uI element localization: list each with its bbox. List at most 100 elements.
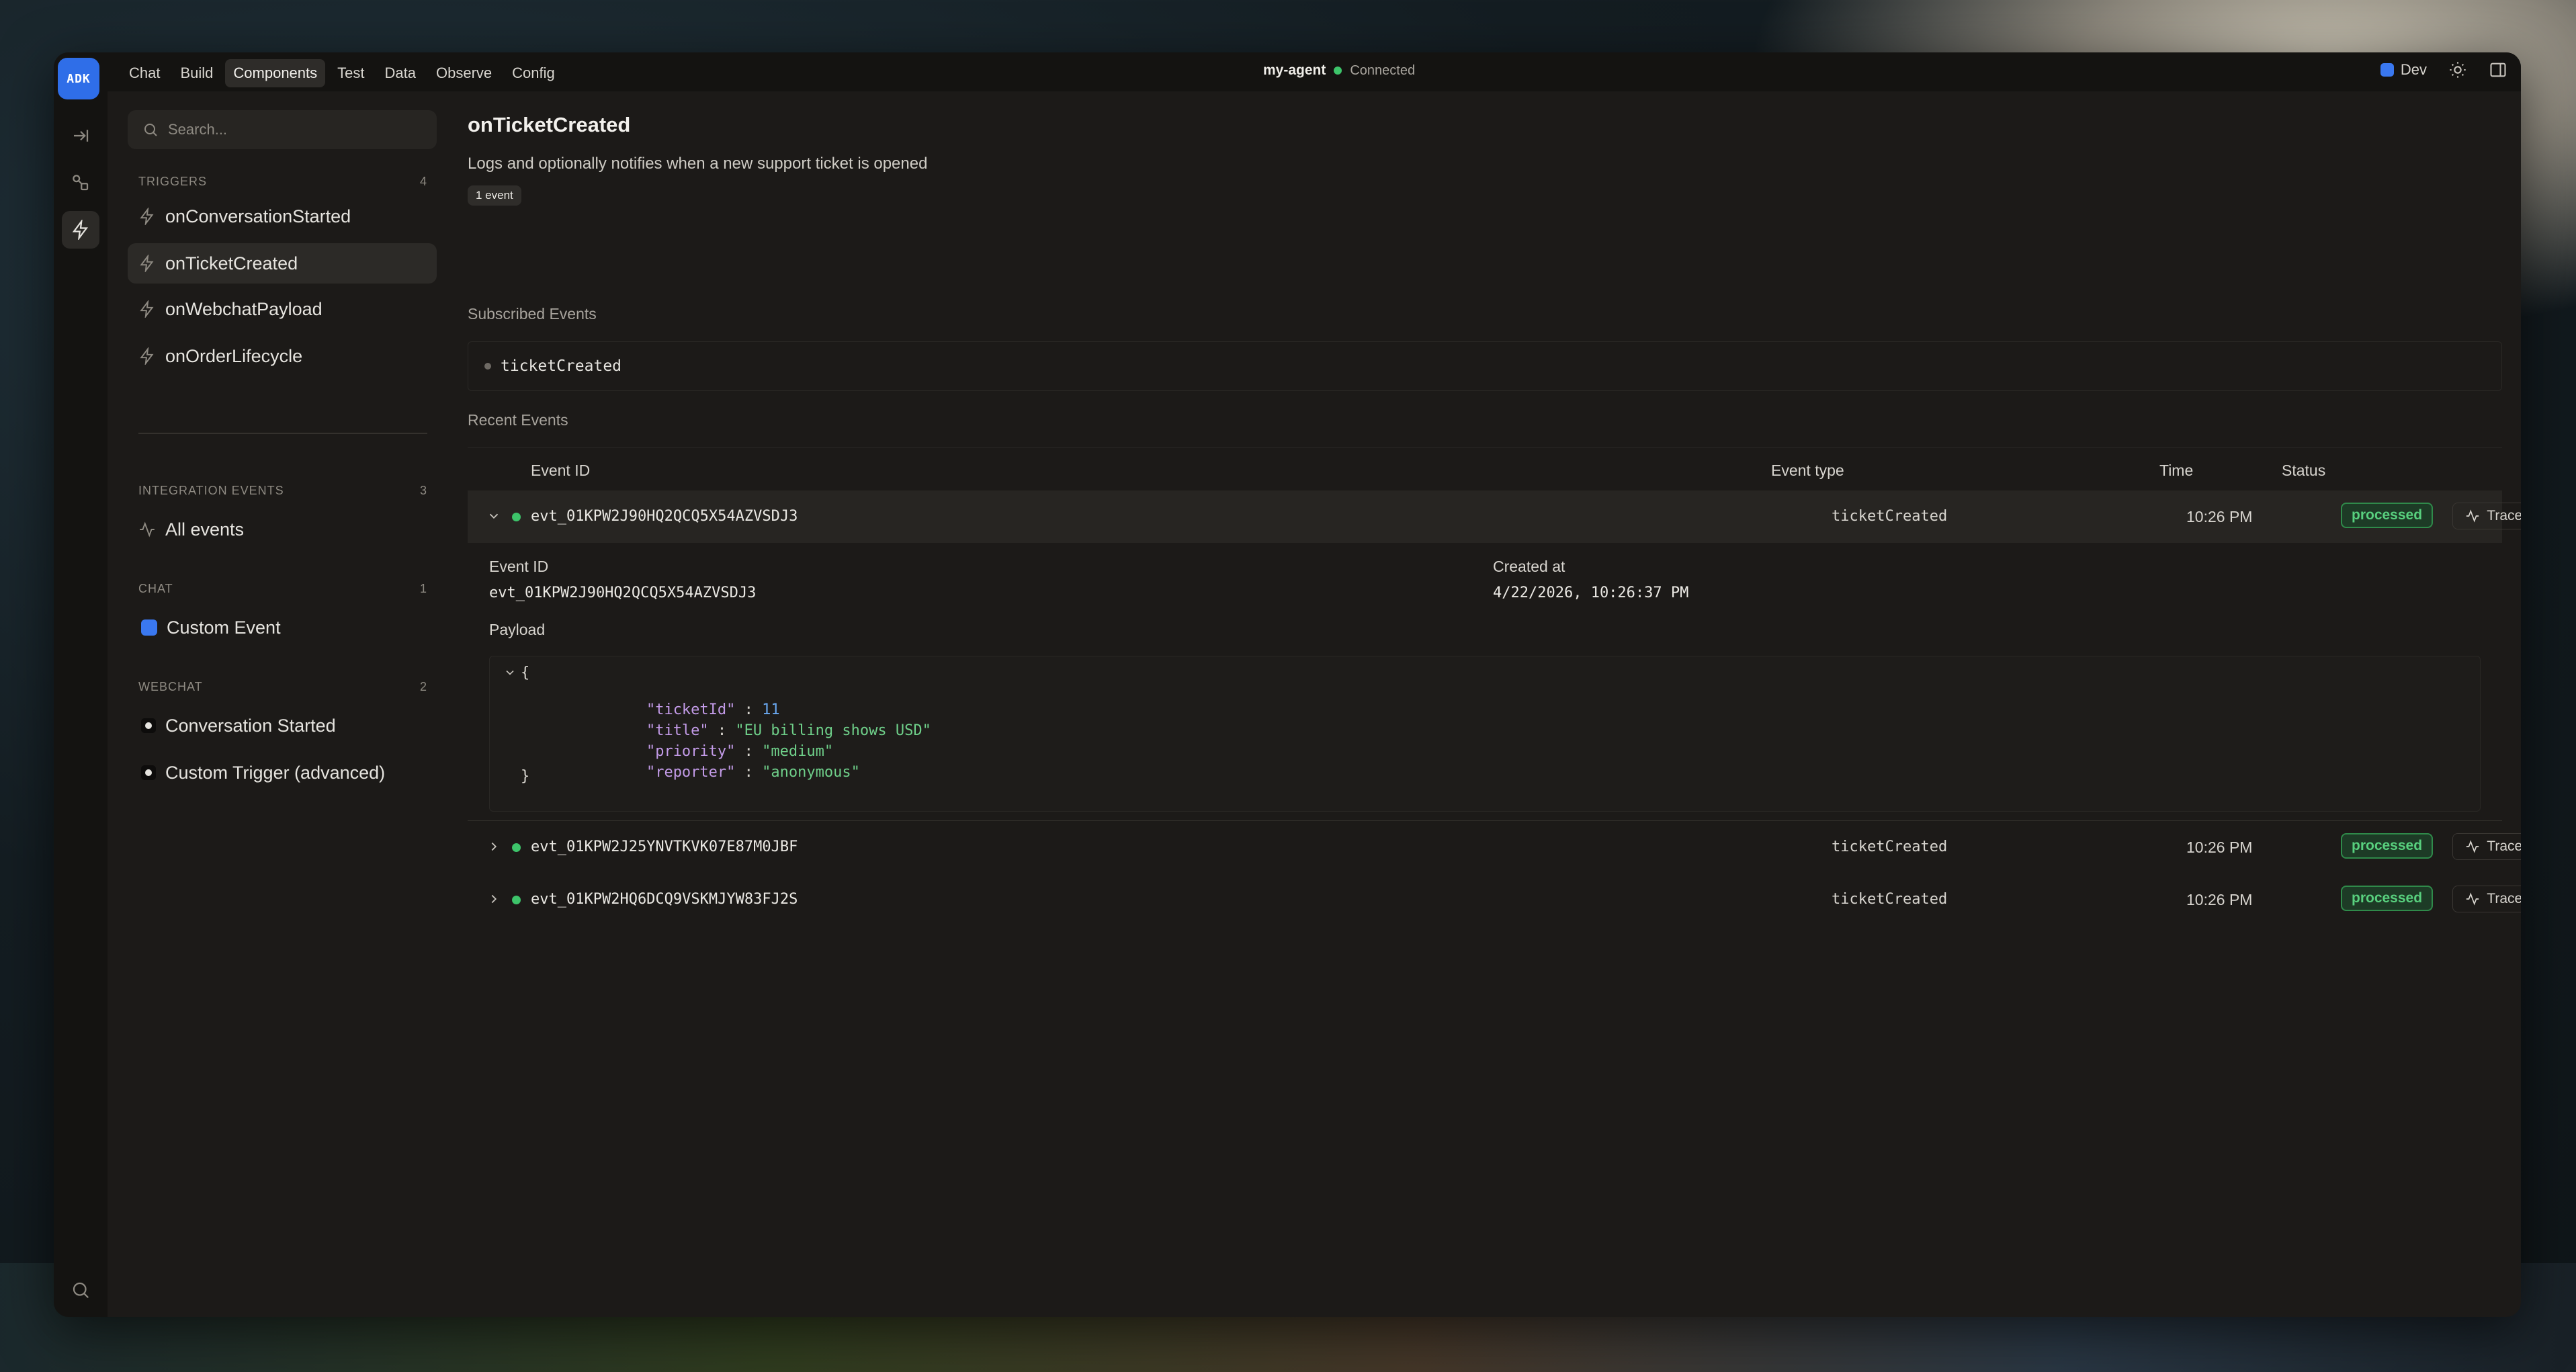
sidebar-item-custom-event[interactable]: Custom Event (128, 607, 437, 648)
main-panel: onTicketCreated Logs and optionally noti… (468, 91, 2521, 1317)
detail-created-label: Created at (1493, 558, 1565, 575)
event-time: 10:26 PM (2186, 839, 2253, 856)
col-event-id: Event ID (531, 462, 591, 479)
col-status: Status (2282, 462, 2326, 479)
sidebar-item-all-events[interactable]: All events (128, 509, 437, 550)
sidebar-item-custom-trigger[interactable]: Custom Trigger (advanced) (128, 753, 437, 793)
search-rail-button[interactable] (62, 1271, 99, 1309)
sidebar-icon[interactable] (2489, 60, 2507, 79)
arrow-right-to-line-icon (74, 130, 89, 142)
chevron-down-icon[interactable] (486, 509, 501, 523)
webchat-count: 2 (419, 680, 427, 693)
components-sidebar: TRIGGERS 4 onConversationStarted onTicke… (108, 91, 443, 1317)
nav-build[interactable]: Build (172, 59, 221, 87)
env-label: Dev (2400, 61, 2427, 78)
nav-chat[interactable]: Chat (121, 59, 168, 87)
env-selector[interactable]: Dev (2380, 61, 2427, 79)
activity-icon (2466, 509, 2479, 523)
nav-test[interactable]: Test (329, 59, 372, 87)
nav-observe[interactable]: Observe (428, 59, 500, 87)
integration-count: 3 (419, 484, 427, 497)
lightning-icon (140, 300, 154, 318)
triggers-count: 4 (419, 175, 427, 188)
nav-config[interactable]: Config (504, 59, 563, 87)
triggers-header: TRIGGERS 4 (138, 175, 427, 189)
sidebar-item-label: onWebchatPayload (165, 298, 323, 319)
chat-header: CHAT 1 (138, 582, 427, 596)
sidebar-item-label: Conversation Started (165, 715, 336, 736)
status-badge: processed (2341, 833, 2434, 859)
agent-indicator[interactable]: my-agent Connected (1263, 62, 1415, 79)
activity-icon (140, 521, 155, 538)
chat-label: CHAT (138, 582, 173, 595)
components-rail-button[interactable] (62, 211, 99, 249)
lightning-icon (140, 347, 154, 365)
sidebar-item-label: onTicketCreated (165, 253, 298, 273)
recent-events-table: Event ID Event type Time Status evt_01KP… (468, 447, 2521, 926)
chevron-right-icon[interactable] (486, 839, 501, 854)
build-rail-button[interactable] (62, 164, 99, 202)
table-header: Event ID Event type Time Status (468, 447, 2502, 490)
status-dot (512, 513, 521, 521)
traces-button[interactable]: Traces (2452, 886, 2521, 912)
left-rail: ADK (54, 52, 108, 1317)
page-description: Logs and optionally notifies when a new … (468, 155, 928, 173)
sidebar-item-label: All events (165, 519, 245, 540)
traces-button[interactable]: Traces (2452, 833, 2521, 860)
table-row[interactable]: evt_01KPW2J90HQ2QCQ5X54AZVSDJ3 ticketCre… (468, 490, 2521, 543)
connection-status: Connected (1350, 62, 1416, 78)
event-type: ticketCreated (1832, 891, 1948, 908)
status-badge: processed (2341, 503, 2434, 528)
table-row[interactable]: evt_01KPW2J25YNVTKVK07E87M0JBF ticketCre… (468, 821, 2521, 873)
search-icon (73, 1282, 89, 1299)
nav-data[interactable]: Data (377, 59, 424, 87)
table-row[interactable]: evt_01KPW2HQ6DCQ9VSKMJYW83FJ2S ticketCre… (468, 873, 2521, 926)
activity-icon (2466, 840, 2479, 853)
webchat-integration-icon (141, 718, 156, 733)
status-dot (512, 843, 521, 852)
chat-count: 1 (419, 582, 427, 595)
search-input[interactable] (168, 121, 423, 138)
json-value: "anonymous" (762, 764, 860, 781)
status-badge: processed (2341, 886, 2434, 911)
traces-button[interactable]: Traces (2452, 503, 2521, 529)
event-id: evt_01KPW2HQ6DCQ9VSKMJYW83FJ2S (531, 891, 798, 908)
subscribed-event: ticketCreated (501, 357, 622, 375)
col-time: Time (2159, 462, 2194, 479)
sidebar-item-onorderlifecycle[interactable]: onOrderLifecycle (128, 336, 437, 376)
sidebar-item-conversation-started[interactable]: Conversation Started (128, 705, 437, 746)
app-logo: ADK (58, 58, 99, 99)
env-icon (2380, 63, 2394, 77)
expand-rail-button[interactable] (62, 117, 99, 155)
app-window: ADK Chat Build Components Test Data Obse… (54, 52, 2521, 1317)
payload-viewer: { "ticketId" : 11 "title" : "EU billing … (489, 656, 2481, 812)
sidebar-divider (138, 433, 427, 434)
sun-icon[interactable] (2448, 60, 2467, 79)
search-icon (144, 124, 157, 136)
sidebar-item-label: onConversationStarted (165, 206, 351, 226)
json-key: "reporter" (646, 764, 736, 781)
event-type: ticketCreated (1832, 508, 1948, 525)
shapes-icon (73, 175, 89, 191)
subscribed-events-label: Subscribed Events (468, 305, 597, 323)
sidebar-search[interactable] (128, 110, 437, 149)
nav-components[interactable]: Components (225, 59, 326, 87)
col-event-type: Event type (1771, 462, 1844, 479)
triggers-label: TRIGGERS (138, 175, 208, 188)
detail-id-value: evt_01KPW2J90HQ2QCQ5X54AZVSDJ3 (489, 585, 757, 601)
sidebar-item-label: Custom Trigger (advanced) (165, 762, 386, 783)
lightning-icon (140, 208, 154, 225)
agent-name: my-agent (1263, 62, 1326, 78)
sidebar-item-onwebchatpayload[interactable]: onWebchatPayload (128, 289, 437, 329)
traces-label: Traces (2487, 839, 2521, 854)
lightning-icon (72, 220, 88, 240)
chevron-right-icon[interactable] (486, 892, 501, 906)
sidebar-item-onconversationstarted[interactable]: onConversationStarted (128, 196, 437, 237)
sidebar-item-label: onOrderLifecycle (165, 345, 303, 366)
integration-label: INTEGRATION EVENTS (138, 484, 284, 497)
chevron-down-icon[interactable] (503, 666, 517, 679)
json-close-brace: } (521, 768, 530, 785)
webchat-header: WEBCHAT 2 (138, 680, 427, 694)
sidebar-item-onticketcreated[interactable]: onTicketCreated (128, 243, 437, 284)
lightning-icon (140, 255, 154, 272)
